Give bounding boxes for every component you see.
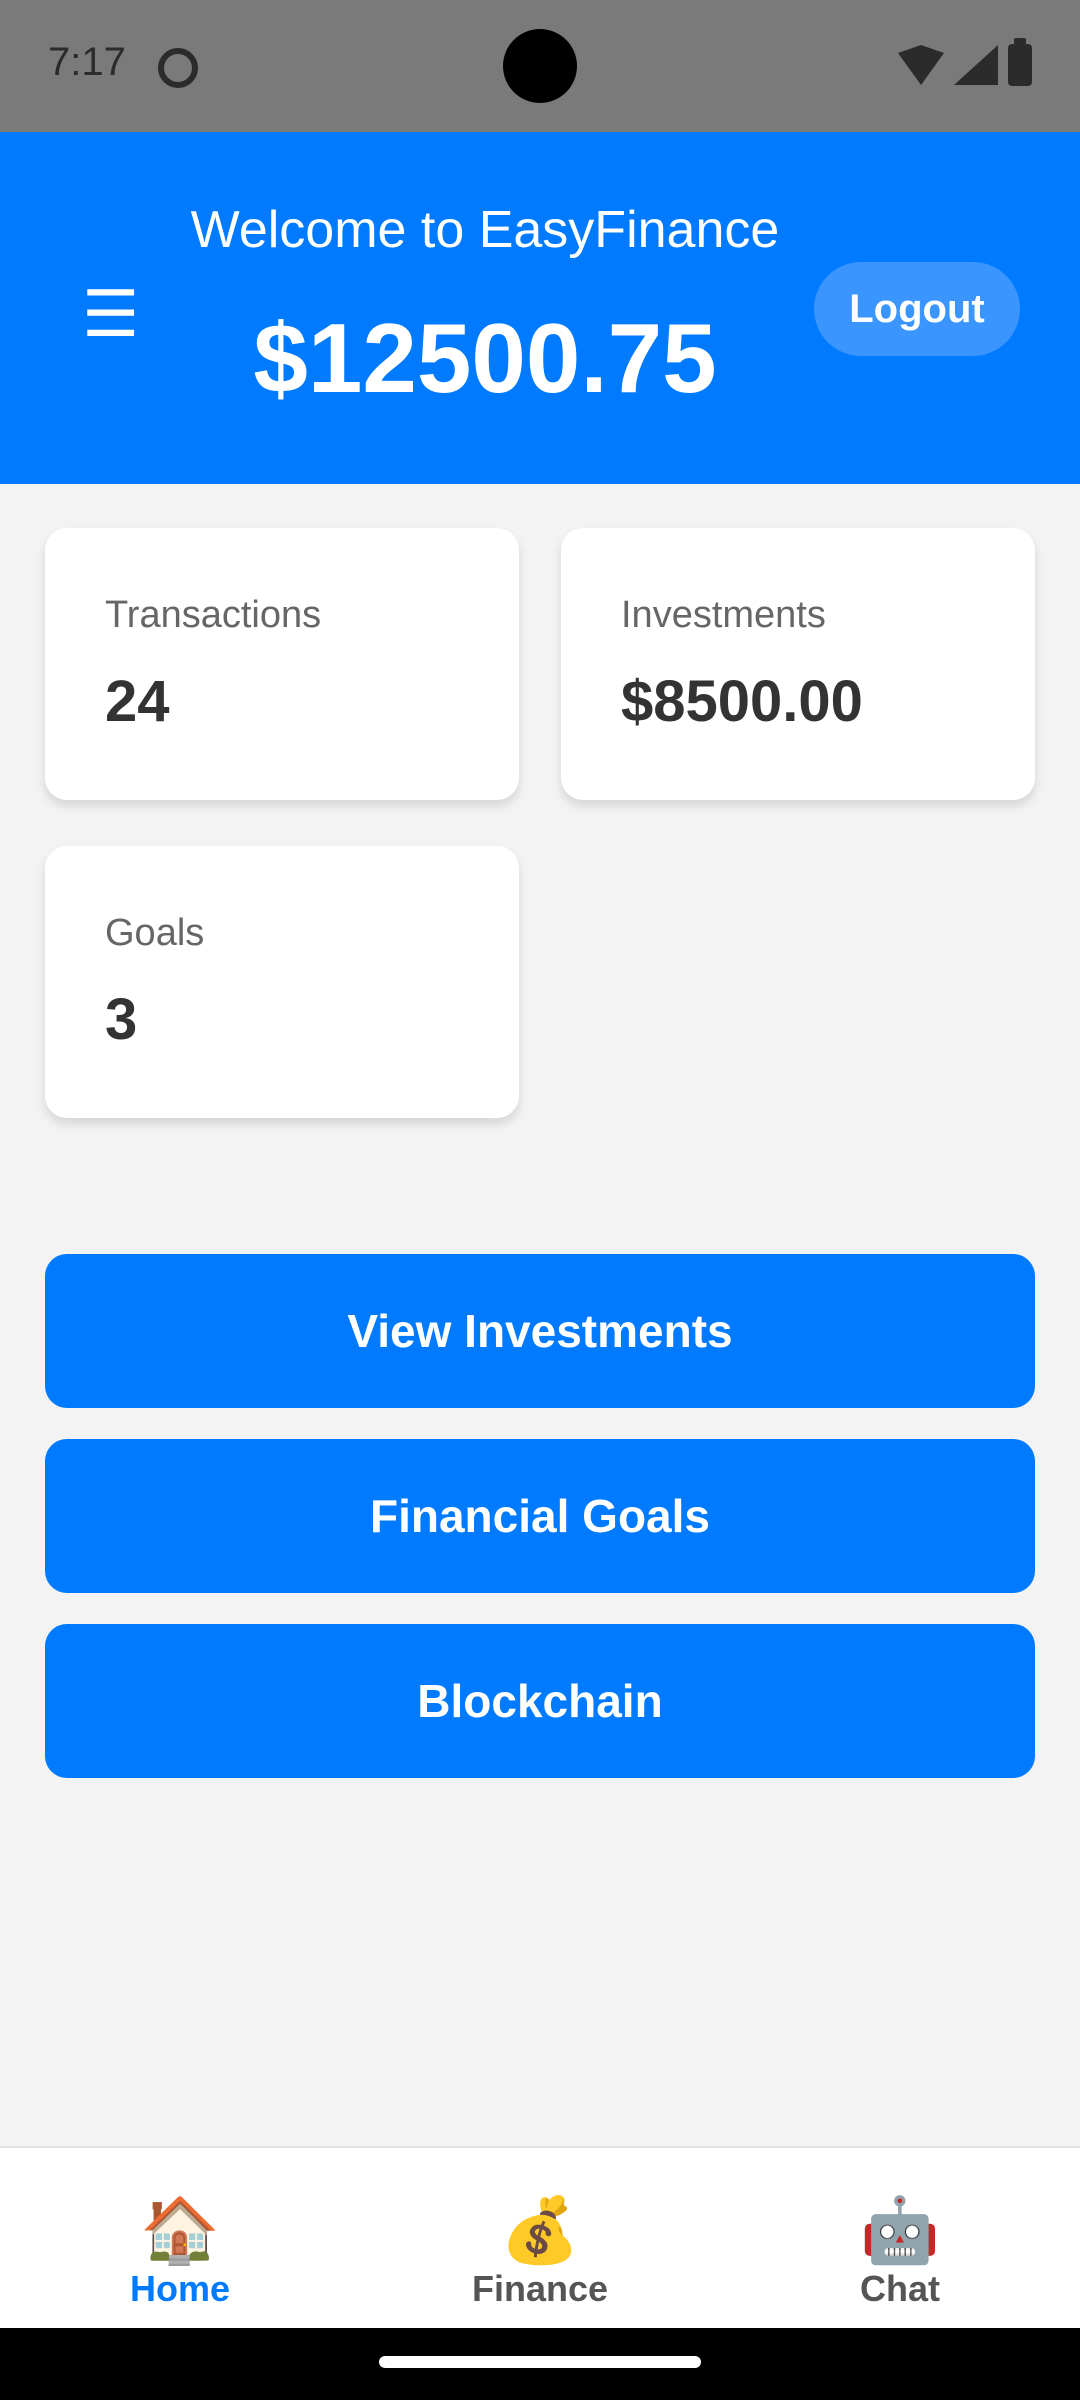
card-label: Goals <box>105 912 205 954</box>
home-gesture-handle[interactable] <box>379 2356 701 2368</box>
nav-label-chat: Chat <box>860 2268 940 2309</box>
investments-card: Investments $8500.00 <box>561 528 1035 800</box>
blockchain-button[interactable]: Blockchain <box>45 1624 1035 1778</box>
wifi-icon <box>898 45 944 85</box>
card-value: 3 <box>105 987 138 1052</box>
nav-item-home[interactable]: 🏠 Home <box>70 2198 290 2310</box>
financial-goals-button[interactable]: Financial Goals <box>45 1439 1035 1593</box>
header: ☰ Welcome to EasyFinance $12500.75 Logou… <box>0 132 1080 484</box>
money-bag-icon: 💰 <box>500 2194 580 2266</box>
card-value: 24 <box>105 669 170 734</box>
nav-label-home: Home <box>129 2268 231 2309</box>
status-icons <box>898 38 1032 86</box>
battery-icon <box>1008 38 1032 86</box>
logout-button[interactable]: Logout <box>814 262 1020 356</box>
card-label: Investments <box>621 594 826 636</box>
robot-icon: 🤖 <box>860 2194 940 2266</box>
goals-card: Goals 3 <box>45 846 519 1118</box>
status-time: 7:17 <box>48 40 126 84</box>
status-bar: 7:17 <box>0 0 1080 132</box>
bottom-navigation: 🏠 Home 💰 Finance 🤖 Chat <box>0 2146 1080 2328</box>
camera-cutout <box>503 29 577 103</box>
signal-icon <box>954 45 998 85</box>
view-investments-button[interactable]: View Investments <box>45 1254 1035 1408</box>
nav-label-finance: Finance <box>471 2268 609 2309</box>
gesture-bar-area <box>0 2328 1080 2400</box>
card-value: $8500.00 <box>621 669 863 734</box>
welcome-title: Welcome to EasyFinance <box>190 201 780 259</box>
nav-item-finance[interactable]: 💰 Finance <box>430 2198 650 2310</box>
notification-app-icon <box>158 48 198 88</box>
card-label: Transactions <box>105 594 322 636</box>
nav-item-chat[interactable]: 🤖 Chat <box>790 2198 1010 2310</box>
home-icon: 🏠 <box>140 2194 220 2266</box>
transactions-card: Transactions 24 <box>45 528 519 800</box>
